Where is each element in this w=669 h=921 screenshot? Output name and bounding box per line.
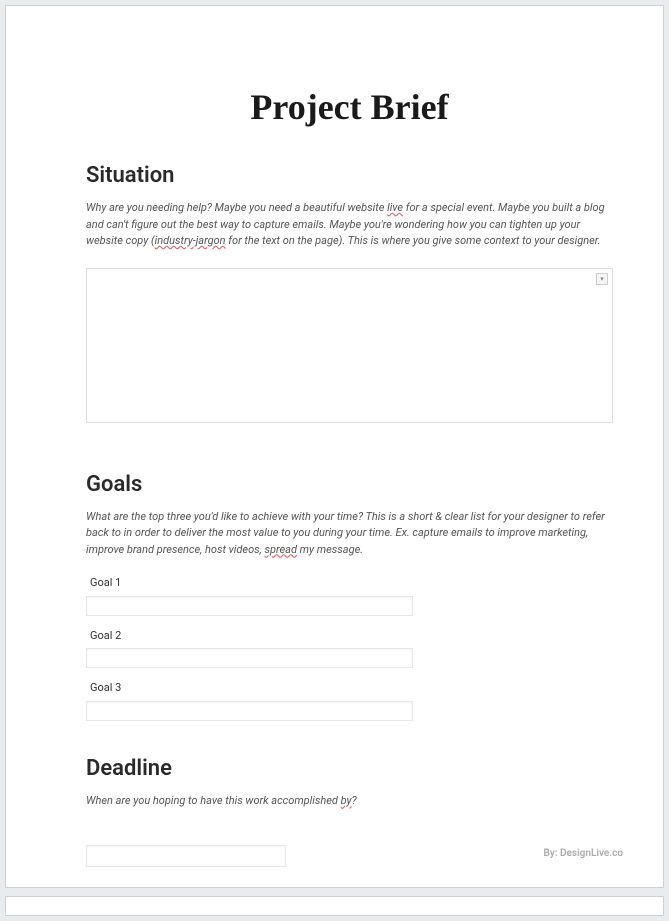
goal-item: Goal 1 xyxy=(86,576,613,616)
dropdown-arrow-icon[interactable]: ▾ xyxy=(596,273,608,285)
goals-heading: Goals xyxy=(86,472,613,497)
next-page-preview xyxy=(5,896,664,916)
goal-input-1[interactable] xyxy=(86,596,413,616)
goal-label: Goal 1 xyxy=(90,576,613,589)
goal-label: Goal 3 xyxy=(90,681,613,694)
deadline-desc-text: When are you hoping to have this work ac… xyxy=(86,794,341,807)
deadline-heading: Deadline xyxy=(86,756,613,781)
goal-label: Goal 2 xyxy=(90,629,613,642)
deadline-description: When are you hoping to have this work ac… xyxy=(86,793,613,810)
deadline-desc-text: ? xyxy=(352,794,357,807)
situation-desc-text: for the text on the page). This is where… xyxy=(226,234,601,247)
spellcheck-underline: industry-jargon xyxy=(155,234,226,247)
page-title: Project Brief xyxy=(86,86,613,128)
spellcheck-underline: spread xyxy=(264,543,297,556)
situation-textarea-container: ▾ xyxy=(86,268,613,427)
goals-section: Goals What are the top three you'd like … xyxy=(86,472,613,721)
situation-input[interactable] xyxy=(86,268,613,423)
goals-description: What are the top three you'd like to ach… xyxy=(86,509,613,559)
goal-input-3[interactable] xyxy=(86,701,413,721)
goal-input-2[interactable] xyxy=(86,648,413,668)
deadline-input[interactable] xyxy=(86,845,286,867)
goals-desc-text: my message. xyxy=(297,543,363,556)
spellcheck-underline: live xyxy=(387,201,403,214)
footer-credit: By: DesignLive.co xyxy=(544,848,623,859)
document-page: Project Brief Situation Why are you need… xyxy=(5,5,664,888)
situation-description: Why are you needing help? Maybe you need… xyxy=(86,200,613,250)
deadline-section: Deadline When are you hoping to have thi… xyxy=(86,756,613,868)
goal-item: Goal 3 xyxy=(86,681,613,721)
situation-heading: Situation xyxy=(86,163,613,188)
goals-list: Goal 1 Goal 2 Goal 3 xyxy=(86,576,613,721)
situation-desc-text: Why are you needing help? Maybe you need… xyxy=(86,201,387,214)
goal-item: Goal 2 xyxy=(86,629,613,669)
situation-section: Situation Why are you needing help? Mayb… xyxy=(86,163,613,427)
spellcheck-underline: by xyxy=(341,794,352,807)
